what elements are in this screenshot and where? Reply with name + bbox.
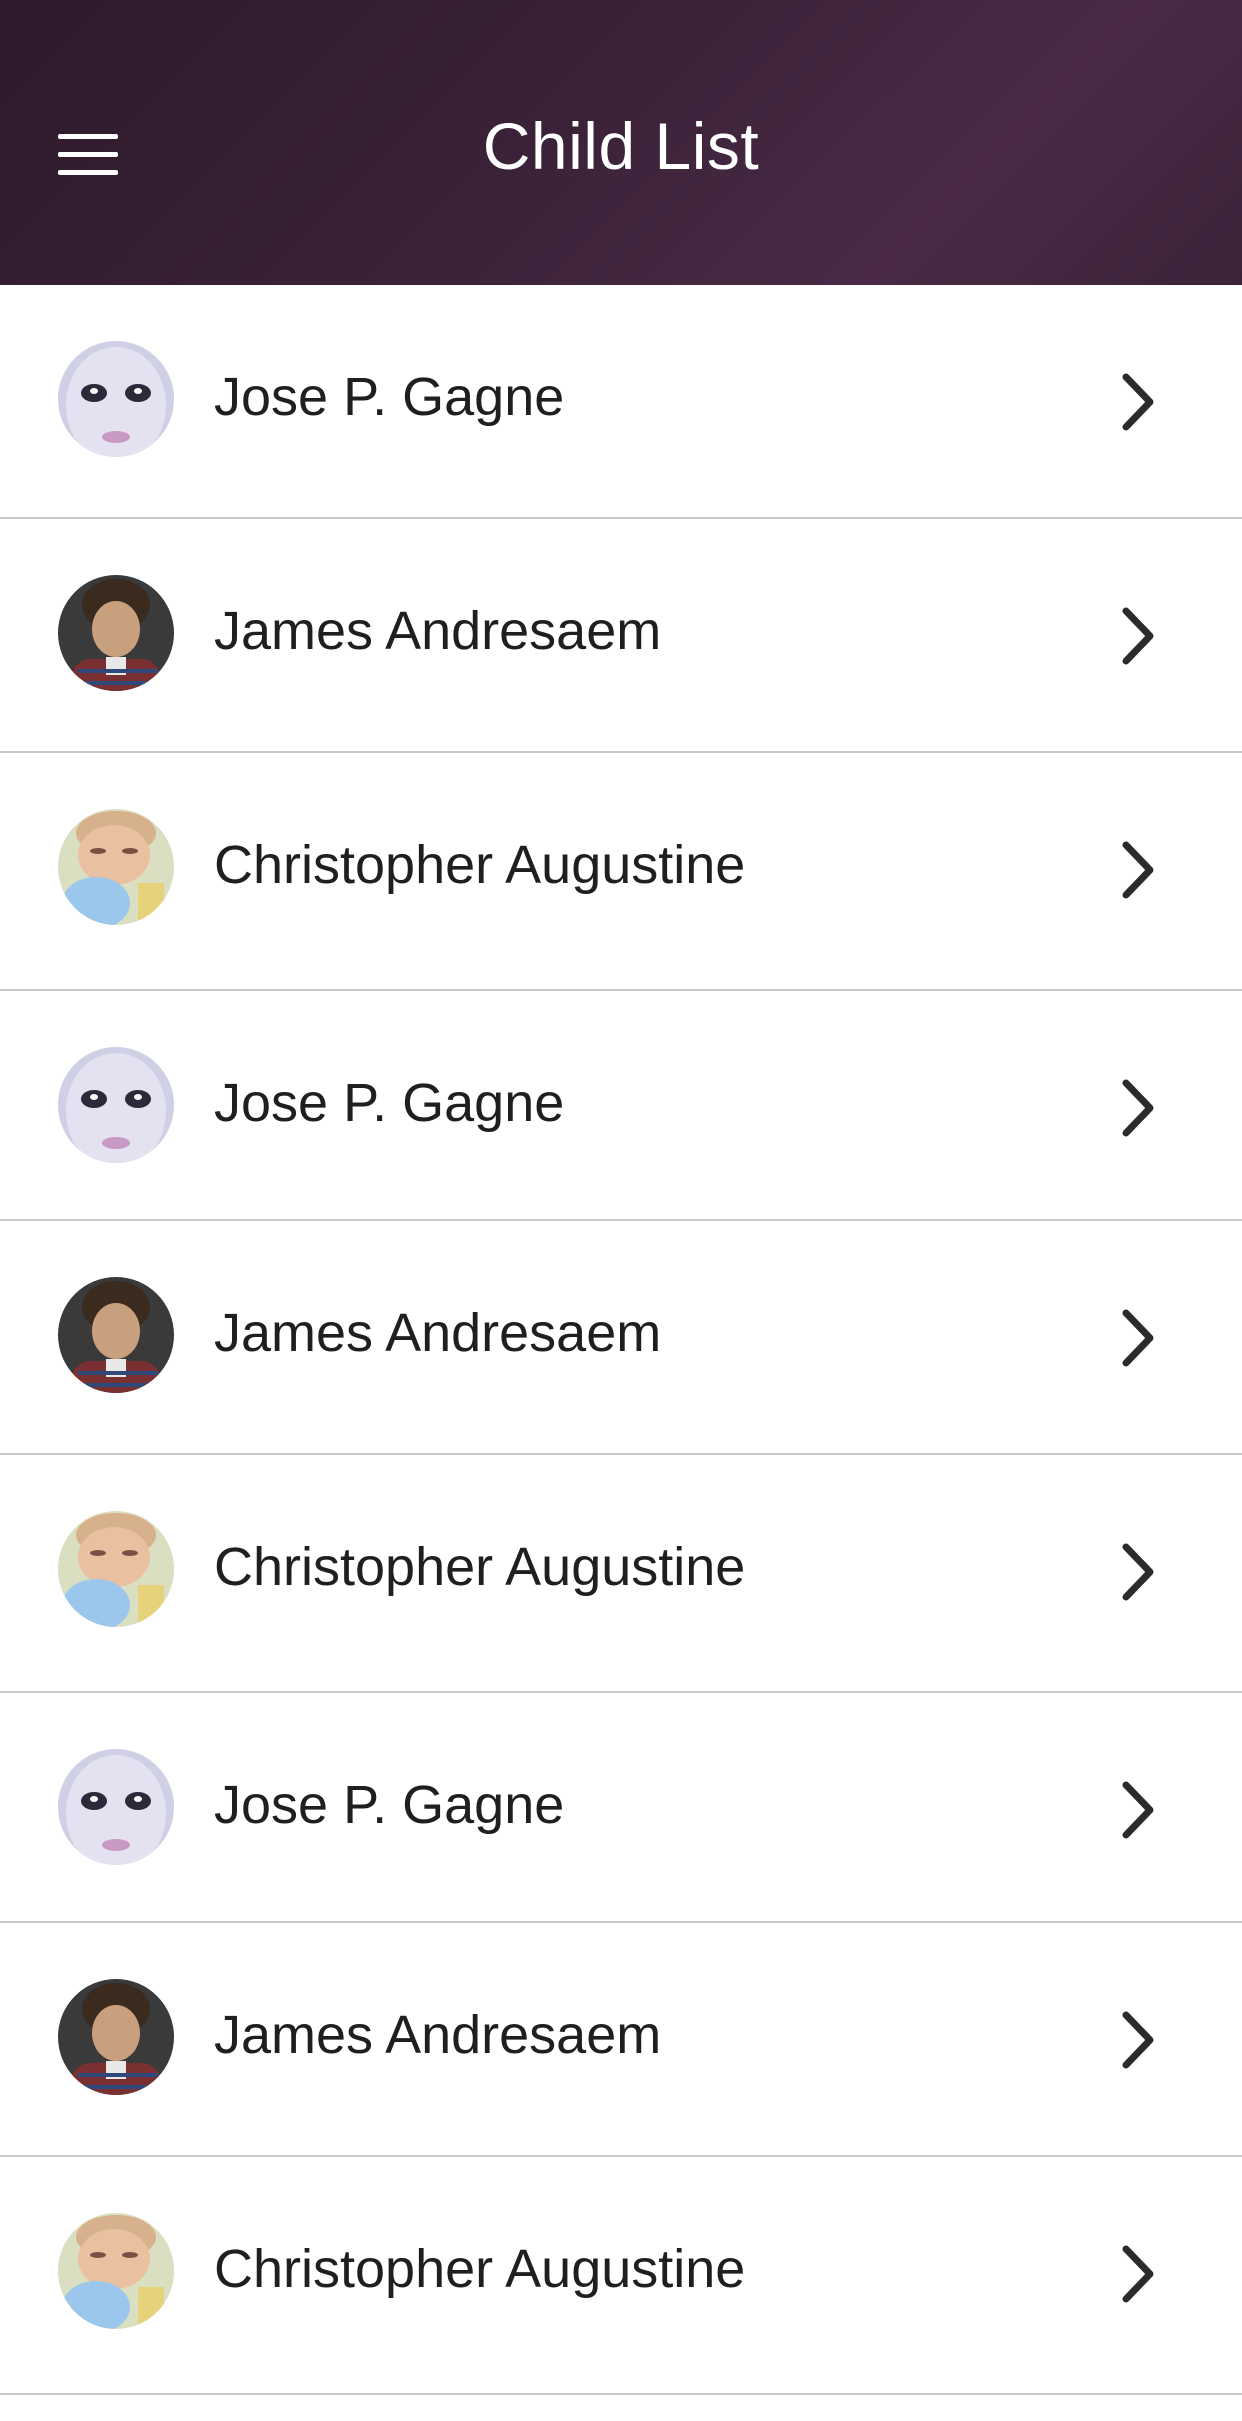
- avatar-christopher: [58, 2213, 174, 2329]
- avatar-james: [58, 1277, 174, 1393]
- child-list: Jose P. Gagne James Andresaem Christophe…: [0, 285, 1242, 2395]
- child-name: James Andresaem: [214, 2005, 662, 2065]
- child-name: Jose P. Gagne: [214, 367, 565, 427]
- avatar-jose: [58, 341, 174, 457]
- chevron-right-icon: [1122, 1543, 1154, 1601]
- chevron-right-icon: [1122, 2245, 1154, 2303]
- child-name: James Andresaem: [214, 601, 662, 661]
- child-list-item[interactable]: Christopher Augustine: [0, 753, 1242, 991]
- chevron-right-icon: [1122, 1781, 1154, 1839]
- child-list-item[interactable]: James Andresaem: [0, 519, 1242, 753]
- chevron-right-icon: [1122, 841, 1154, 899]
- child-list-item[interactable]: Jose P. Gagne: [0, 1693, 1242, 1923]
- child-name: Jose P. Gagne: [214, 1073, 565, 1133]
- child-name: Christopher Augustine: [214, 2239, 746, 2299]
- chevron-right-icon: [1122, 607, 1154, 665]
- child-name: James Andresaem: [214, 1303, 662, 1363]
- avatar-christopher: [58, 1511, 174, 1627]
- child-list-screen: Child List Jose P. Gagne James Andresaem…: [0, 0, 1242, 2421]
- child-name: Jose P. Gagne: [214, 1775, 565, 1835]
- child-list-item[interactable]: Christopher Augustine: [0, 1455, 1242, 1693]
- chevron-right-icon: [1122, 373, 1154, 431]
- chevron-right-icon: [1122, 2011, 1154, 2069]
- child-list-item[interactable]: Jose P. Gagne: [0, 991, 1242, 1221]
- child-list-item[interactable]: Jose P. Gagne: [0, 285, 1242, 519]
- avatar-jose: [58, 1047, 174, 1163]
- child-list-item[interactable]: James Andresaem: [0, 1923, 1242, 2157]
- avatar-james: [58, 1979, 174, 2095]
- page-title: Child List: [482, 109, 760, 183]
- child-list-item[interactable]: James Andresaem: [0, 1221, 1242, 1455]
- chevron-right-icon: [1122, 1309, 1154, 1367]
- avatar-james: [58, 575, 174, 691]
- chevron-right-icon: [1122, 1079, 1154, 1137]
- avatar-christopher: [58, 809, 174, 925]
- child-name: Christopher Augustine: [214, 1537, 746, 1597]
- avatar-jose: [58, 1749, 174, 1865]
- child-name: Christopher Augustine: [214, 835, 746, 895]
- child-list-item[interactable]: Christopher Augustine: [0, 2157, 1242, 2395]
- app-bar: Child List: [0, 0, 1242, 285]
